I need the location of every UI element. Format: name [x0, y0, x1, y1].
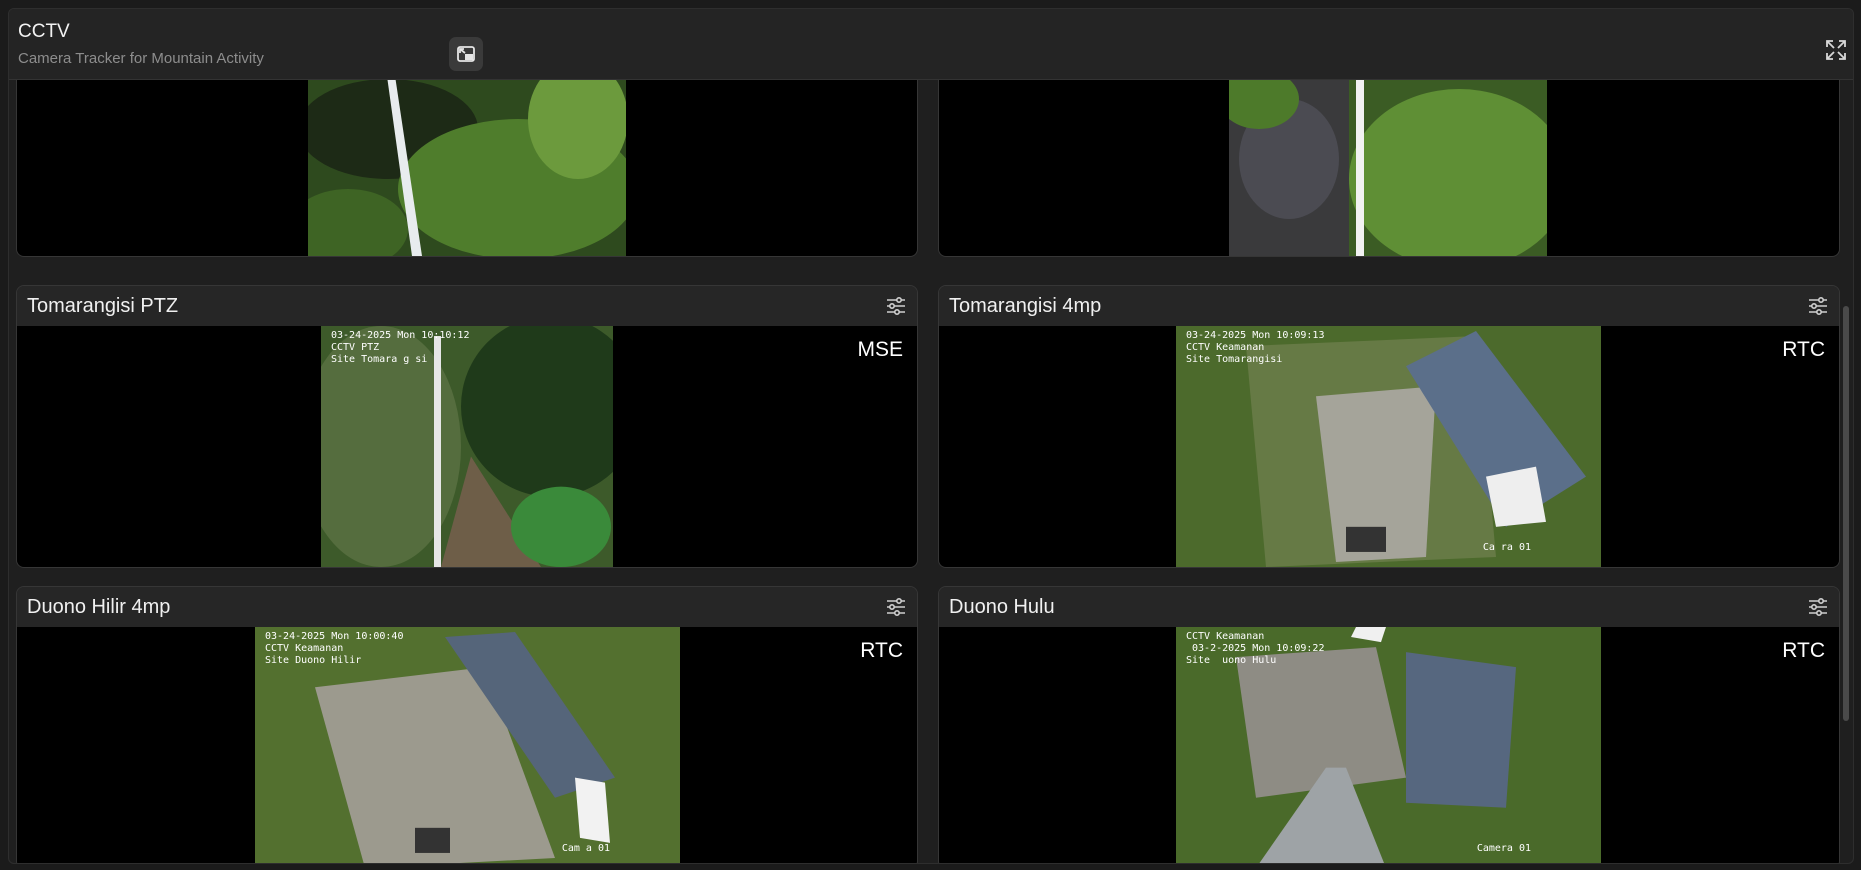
osd-line: Site Duono Hilir — [265, 655, 362, 666]
camera-osd-label: Camera 01 — [1476, 843, 1531, 854]
camera-card: Tomarangisi 4mp 03-24-2025 Mon 10:09:13 … — [938, 285, 1840, 568]
camera-card: Duono Hulu CCTV Keamanan 03-2-2025 Mon 1… — [938, 586, 1840, 863]
picture-in-picture-exit-icon — [457, 46, 475, 62]
camera-card-header: Tomarangisi PTZ — [17, 286, 917, 326]
stream-mode-badge: RTC — [1782, 639, 1825, 662]
panel-title: CCTV — [18, 21, 70, 42]
camera-stream — [1229, 80, 1547, 256]
camera-card: Tomarangisi PTZ 03-24-2025 Mon 10:10:12 … — [16, 285, 918, 568]
sliders-settings-icon — [1809, 297, 1827, 315]
osd-line: CCTV Keamanan — [265, 643, 344, 654]
cctv-panel: CCTV Camera Tracker for Mountain Activit… — [8, 8, 1854, 864]
video-feed[interactable]: 03-24-2025 Mon 10:10:12 CCTV PTZ Site To… — [17, 326, 917, 567]
osd-line: 03-24-2025 Mon 10:00:40 — [265, 631, 404, 642]
camera-osd-overlay: 03-24-2025 Mon 10:00:40 CCTV Keamanan Si… — [265, 631, 403, 667]
video-feed[interactable]: 03-24-2025 Mon 10:09:13 CCTV Keamanan Si… — [939, 326, 1839, 567]
camera-osd-overlay: CCTV Keamanan 03-2-2025 Mon 10:09:22 Sit… — [1186, 631, 1324, 667]
camera-name: Tomarangisi PTZ — [27, 295, 179, 317]
fullscreen-button[interactable] — [1819, 33, 1853, 67]
vertical-scrollbar[interactable] — [1843, 306, 1849, 721]
camera-stream: 03-24-2025 Mon 10:10:12 CCTV PTZ Site To… — [321, 326, 613, 567]
camera-settings-button[interactable] — [1806, 595, 1830, 619]
video-feed[interactable]: 03-24-2025 Mon 10:00:40 CCTV Keamanan Si… — [17, 627, 917, 863]
camera-name: Duono Hilir 4mp — [27, 596, 171, 618]
video-feed[interactable]: CCTV Keamanan 03-2-2025 Mon 10:09:22 Sit… — [939, 627, 1839, 863]
camera-card: Duono Hilir 4mp 03-24-2025 Mon 10:00:40 … — [16, 586, 918, 863]
panel-subtitle: Camera Tracker for Mountain Activity — [18, 50, 264, 67]
camera-name: Tomarangisi 4mp — [949, 295, 1102, 317]
sliders-settings-icon — [887, 297, 905, 315]
expand-diagonal-icon — [1826, 40, 1846, 60]
camera-settings-button[interactable] — [884, 294, 908, 318]
camera-osd-label: Cam a 01 — [561, 843, 610, 854]
osd-line: Site Tomarangisi — [1186, 354, 1283, 365]
osd-line: CCTV Keamanan — [1186, 342, 1265, 353]
camera-card-partial-left — [16, 80, 918, 257]
stream-mode-badge: RTC — [860, 639, 903, 662]
osd-line: CCTV PTZ — [331, 342, 380, 353]
osd-line: CCTV Keamanan — [1186, 631, 1265, 642]
panel-header: CCTV Camera Tracker for Mountain Activit… — [9, 9, 1853, 80]
osd-line: Site Tomara g si — [331, 354, 428, 365]
camera-stream: 03-24-2025 Mon 10:09:13 CCTV Keamanan Si… — [1176, 326, 1601, 567]
sliders-settings-icon — [887, 598, 905, 616]
camera-osd-overlay: 03-24-2025 Mon 10:10:12 CCTV PTZ Site To… — [331, 330, 469, 366]
stream-mode-badge: MSE — [857, 338, 903, 361]
camera-card-header: Duono Hilir 4mp — [17, 587, 917, 627]
osd-line: 03-24-2025 Mon 10:10:12 — [331, 330, 470, 341]
picture-in-picture-button[interactable] — [449, 37, 483, 71]
camera-osd-overlay: 03-24-2025 Mon 10:09:13 CCTV Keamanan Si… — [1186, 330, 1324, 366]
camera-grid[interactable]: Tomarangisi PTZ 03-24-2025 Mon 10:10:12 … — [9, 80, 1853, 863]
camera-stream: 03-24-2025 Mon 10:00:40 CCTV Keamanan Si… — [255, 627, 680, 863]
stream-mode-badge: RTC — [1782, 338, 1825, 361]
camera-settings-button[interactable] — [1806, 294, 1830, 318]
camera-name: Duono Hulu — [949, 596, 1055, 618]
camera-card-header: Tomarangisi 4mp — [939, 286, 1839, 326]
camera-stream: CCTV Keamanan 03-2-2025 Mon 10:09:22 Sit… — [1176, 627, 1601, 863]
video-feed[interactable] — [17, 80, 917, 256]
camera-stream — [308, 80, 626, 256]
camera-settings-button[interactable] — [884, 595, 908, 619]
osd-line: Site uono Hulu — [1186, 655, 1277, 666]
camera-osd-label: Ca ra 01 — [1482, 542, 1531, 553]
osd-line: 03-24-2025 Mon 10:09:13 — [1186, 330, 1325, 341]
osd-line: 03-2-2025 Mon 10:09:22 — [1186, 643, 1325, 654]
sliders-settings-icon — [1809, 598, 1827, 616]
camera-card-header: Duono Hulu — [939, 587, 1839, 627]
camera-card-partial-right — [938, 80, 1840, 257]
video-feed[interactable] — [939, 80, 1839, 256]
